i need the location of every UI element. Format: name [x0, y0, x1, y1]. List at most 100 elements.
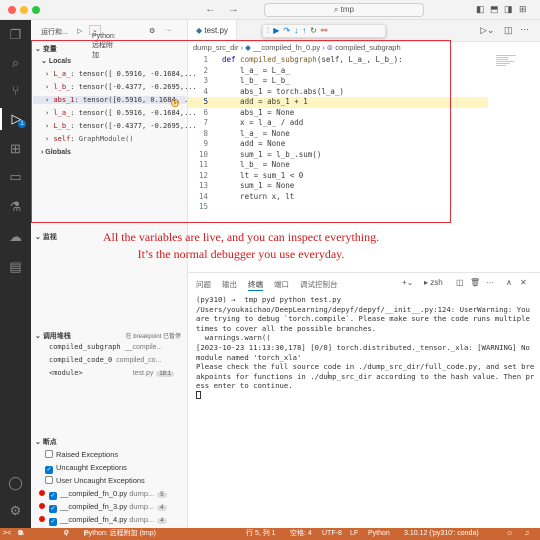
testing-icon[interactable]: ⚗: [0, 196, 31, 218]
eol-status[interactable]: LF: [350, 528, 358, 540]
variable-row[interactable]: › self: GraphModule(): [45, 135, 134, 143]
locals-scope[interactable]: ⌄ Locals: [41, 57, 71, 65]
callstack-frame[interactable]: compiled_code_0 compiled_co...: [49, 356, 184, 364]
editor-tab-label: test.py: [204, 26, 228, 35]
terminal-output[interactable]: (py310) → tmp pyd python test.py /Users/…: [196, 295, 536, 401]
line-number: 13: [198, 181, 208, 190]
editor-tab[interactable]: ◆ test.py: [188, 20, 237, 42]
close-panel-icon[interactable]: ✕: [520, 278, 527, 287]
function-symbol-icon: ⊚: [326, 43, 334, 52]
code-text: sum_1 = None: [222, 181, 295, 190]
breakpoint-count: 4: [157, 505, 167, 511]
toggle-sidebar-icon[interactable]: ◧: [476, 4, 485, 15]
forward-arrow-icon[interactable]: →: [228, 3, 239, 15]
breadcrumb-folder[interactable]: dump_src_dir: [193, 43, 238, 52]
start-debugging-icon[interactable]: ▷: [77, 27, 82, 35]
variable-row[interactable]: › l_b_: tensor([-0.4377, -0.2695,...: [45, 83, 197, 91]
panel-more-icon[interactable]: ···: [486, 278, 494, 287]
line-number: 6: [203, 107, 208, 117]
run-debug-icon[interactable]: ▷ 1: [0, 108, 31, 130]
exception-option[interactable]: Raised Exceptions: [45, 450, 118, 459]
maximize-window-button[interactable]: [32, 6, 40, 14]
panel-tab-problems[interactable]: 问题: [196, 279, 211, 290]
breakpoint-checkbox[interactable]: ✓: [49, 518, 57, 526]
search-icon[interactable]: ⌕: [0, 52, 31, 74]
variable-value: tensor([ 0.5916, -0.1684,...: [78, 70, 197, 78]
kill-terminal-icon[interactable]: 🗑︎: [470, 278, 480, 287]
exception-checkbox-checked[interactable]: ✓: [45, 466, 53, 474]
step-over-icon[interactable]: ↷: [283, 26, 294, 35]
minimize-window-button[interactable]: [20, 6, 28, 14]
interpreter-status[interactable]: 3.10.12 ('py310': conda): [404, 528, 479, 540]
debug-config-select[interactable]: Python: 远程附加 ⌄: [89, 25, 116, 59]
remote-indicator[interactable]: ><: [3, 528, 11, 540]
step-out-icon[interactable]: ↑: [302, 26, 310, 35]
breadcrumb-symbol[interactable]: compiled_subgraph: [335, 43, 400, 52]
maximize-panel-icon[interactable]: ∧: [506, 278, 512, 287]
variable-row[interactable]: › l_a_: tensor([ 0.5916, -0.1684,...: [45, 109, 197, 117]
editor-more-icon[interactable]: ···: [520, 24, 529, 34]
breakpoint-file: __compiled_fn_3.py: [60, 502, 128, 511]
variable-row-selected[interactable]: › abs_1: tensor([0.5916, 0.1684, ...: [33, 96, 197, 104]
disconnect-icon[interactable]: ⚯: [321, 26, 332, 35]
breakpoint-checkbox[interactable]: ✓: [49, 492, 57, 500]
explorer-icon[interactable]: ❐: [0, 24, 31, 46]
more-actions-icon[interactable]: ···: [165, 27, 172, 34]
panel-tab-terminal[interactable]: 终端: [248, 279, 263, 291]
terminal-line: times to cover all the possible branches…: [196, 323, 377, 333]
globals-scope[interactable]: › Globals: [41, 149, 71, 156]
exception-checkbox[interactable]: [45, 476, 53, 484]
breakpoint-file: __compiled_fn_0.py: [60, 489, 128, 498]
breakpoints-section-title[interactable]: ⌄ 断点: [35, 437, 57, 447]
panel-tab-debug-console[interactable]: 调试控制台: [300, 279, 338, 290]
new-terminal-icon[interactable]: +⌄: [402, 278, 413, 287]
callstack-frame[interactable]: <module> test.py 18:1: [49, 369, 184, 377]
remote-explorer-icon[interactable]: ▭: [0, 166, 31, 188]
back-arrow-icon[interactable]: ←: [205, 3, 216, 15]
breakpoint-item[interactable]: ✓ __compiled_fn_3.py dump... 4: [39, 502, 167, 513]
code-line: 14 return x, lt: [188, 192, 488, 203]
settings-gear-icon[interactable]: ⚙: [0, 500, 31, 522]
panel-tab-output[interactable]: 输出: [222, 279, 237, 290]
variable-row[interactable]: › L_b_: tensor([-0.4377, -0.2695,...: [45, 122, 197, 130]
callstack-frame[interactable]: compiled_subgraph __compile...: [49, 343, 184, 351]
docker-icon[interactable]: ☁: [0, 226, 31, 248]
encoding-status[interactable]: UTF-8: [322, 528, 342, 540]
variables-section-title[interactable]: ⌄ 变量: [35, 44, 57, 54]
breakpoint-item[interactable]: ✓ __compiled_fn_0.py dump... 5: [39, 489, 167, 500]
toggle-panel-icon[interactable]: ⬒: [490, 4, 499, 15]
breadcrumb-file[interactable]: __compiled_fn_0.py: [253, 43, 320, 52]
cursor-position[interactable]: 行 5, 列 1: [246, 528, 276, 540]
extensions-icon[interactable]: ⊞: [0, 138, 31, 160]
customize-layout-icon[interactable]: ⊞: [519, 4, 527, 15]
toggle-secondary-sidebar-icon[interactable]: ◨: [504, 4, 513, 15]
run-split-icon[interactable]: ▷⌄: [480, 25, 494, 36]
panel-tab-ports[interactable]: 端口: [274, 279, 289, 290]
callstack-section-title[interactable]: ⌄ 调用堆栈在 breakpoint 已暂停: [35, 331, 185, 341]
exception-option[interactable]: User Uncaught Exceptions: [45, 476, 145, 485]
indentation-status[interactable]: 空格: 4: [290, 528, 312, 540]
notifications-bell-icon[interactable]: ♫: [524, 528, 529, 540]
minimap[interactable]: [496, 55, 520, 73]
split-terminal-icon[interactable]: ◫: [456, 278, 464, 287]
command-center-search[interactable]: ⌕ tmp: [264, 3, 424, 17]
variable-row[interactable]: › L_a_: tensor([ 0.5916, -0.1684,...: [45, 70, 197, 78]
split-editor-icon[interactable]: ◫: [504, 25, 513, 36]
debug-settings-gear-icon[interactable]: ⚙: [149, 27, 155, 35]
exception-checkbox[interactable]: [45, 450, 53, 458]
language-mode-status[interactable]: Python: [368, 528, 390, 540]
comments-icon[interactable]: ▤: [0, 256, 31, 278]
code-text: l_a_ = L_a_: [222, 65, 290, 75]
step-into-icon[interactable]: ↓: [294, 26, 302, 35]
terminal-shell-select[interactable]: ▸ zsh: [424, 278, 443, 287]
breakpoint-checkbox[interactable]: ✓: [49, 505, 57, 513]
breakpoint-item[interactable]: ✓ __compiled_fn_4.py dump... 4: [39, 515, 167, 526]
close-window-button[interactable]: [8, 6, 16, 14]
exception-option[interactable]: ✓ Uncaught Exceptions: [45, 463, 127, 474]
breakpoint-paused-arrow-icon[interactable]: [171, 99, 179, 107]
continue-icon[interactable]: ▶: [273, 26, 283, 35]
accounts-status-icon[interactable]: ☺: [506, 528, 513, 540]
source-control-icon[interactable]: ⑂: [0, 80, 31, 102]
restart-icon[interactable]: ↻: [310, 26, 321, 35]
account-icon[interactable]: ◯: [0, 472, 31, 494]
